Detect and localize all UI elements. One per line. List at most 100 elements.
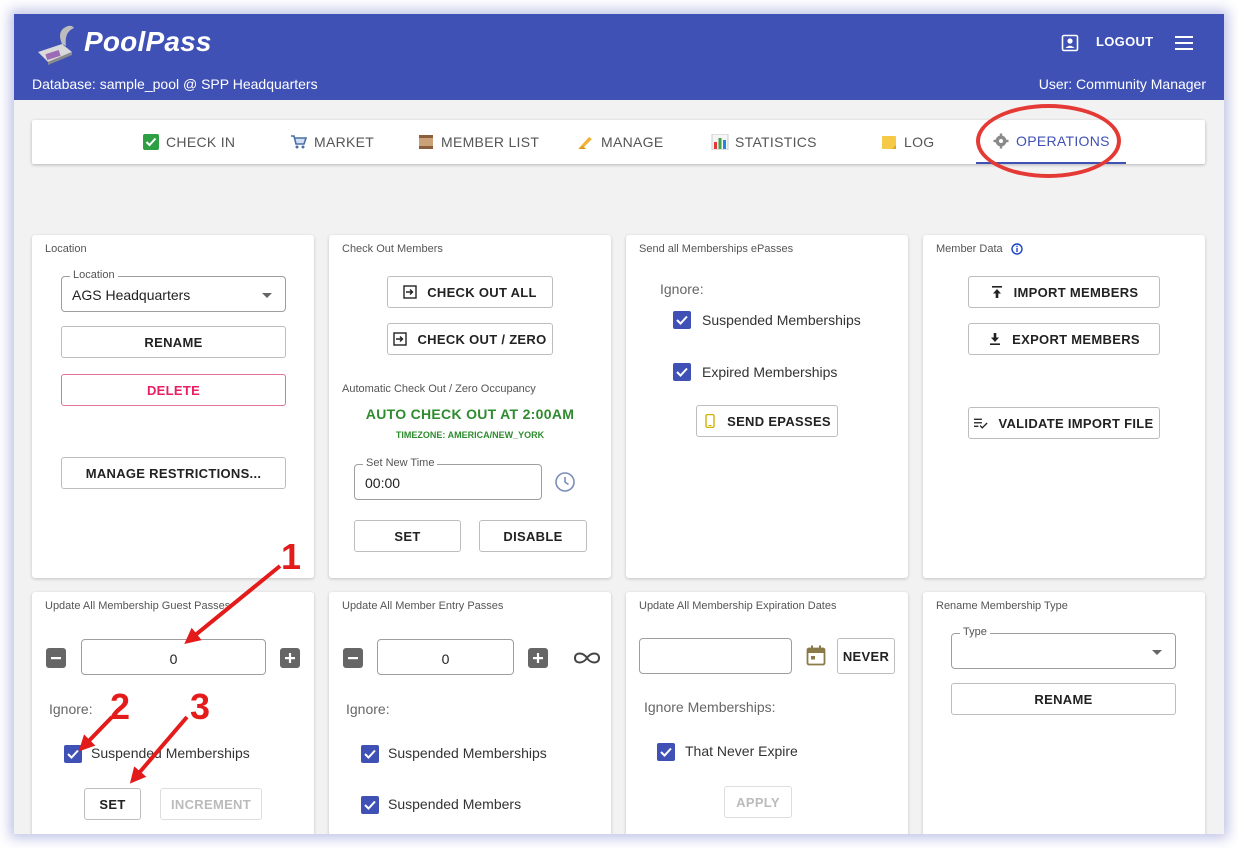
card-title: Member Data (936, 243, 1003, 255)
check-icon (364, 800, 376, 810)
tab-label: CHECK IN (166, 134, 236, 150)
minus-icon (51, 657, 61, 660)
rename-type-button[interactable]: RENAME (951, 683, 1176, 715)
annotation-number-3: 3 (190, 686, 211, 727)
check-out-zero-button[interactable]: CHECK OUT / ZERO (387, 323, 553, 355)
set-new-time-field[interactable]: Set New Time 00:00 (354, 457, 542, 500)
validate-import-file-button[interactable]: VALIDATE IMPORT FILE (968, 407, 1160, 439)
operations-highlight-annotation (976, 104, 1121, 178)
info-icon[interactable] (1011, 243, 1023, 255)
exit-icon (393, 332, 408, 346)
rename-membership-type-card: Rename Membership Type Type RENAME (923, 592, 1205, 834)
auto-checkout-status: AUTO CHECK OUT AT 2:00AM (365, 406, 575, 422)
suspended-members-checkbox[interactable] (361, 796, 379, 814)
poolpass-logo-icon (38, 25, 74, 65)
timezone-label: TIMEZONE: AMERICA/NEW_YORK (395, 430, 545, 440)
ignore-memberships-label: Ignore Memberships: (644, 699, 776, 715)
checkbox-label: Suspended Memberships (702, 312, 861, 328)
auto-checkout-title: Automatic Check Out / Zero Occupancy (342, 383, 536, 395)
increment-button[interactable]: INCREMENT (160, 788, 262, 820)
check-icon (660, 747, 672, 757)
button-label: CHECK OUT / ZERO (417, 331, 547, 347)
never-expire-button[interactable]: NEVER (837, 638, 895, 674)
infinity-icon[interactable] (572, 648, 602, 668)
scroll-icon (419, 135, 433, 149)
membership-type-select[interactable]: Type (951, 626, 1176, 669)
delete-location-button[interactable]: DELETE (61, 374, 286, 406)
suspended-memberships-checkbox[interactable] (361, 745, 379, 763)
check-icon (676, 315, 688, 325)
list-check-icon (974, 418, 989, 429)
field-label: Set New Time (363, 457, 438, 469)
tab-label: LOG (904, 134, 935, 150)
annotation-number-1: 1 (281, 536, 302, 577)
card-title: Send all Memberships ePasses (639, 243, 794, 255)
tab-statistics[interactable]: STATISTICS (711, 120, 817, 164)
send-epasses-button[interactable]: SEND EPASSES (696, 405, 838, 437)
exit-icon (403, 285, 417, 299)
guest-passes-input[interactable]: 0 (81, 639, 266, 675)
tab-label: MANAGE (601, 134, 664, 150)
expired-memberships-checkbox[interactable] (673, 363, 691, 381)
tab-label: MARKET (314, 134, 375, 150)
checkbox-label: That Never Expire (685, 743, 798, 759)
dropdown-caret-icon (262, 293, 272, 298)
check-icon (676, 367, 688, 377)
disable-auto-checkout-button[interactable]: DISABLE (479, 520, 587, 552)
tab-label: MEMBER LIST (441, 134, 540, 150)
pencil-hand-icon (578, 137, 592, 149)
field-label: Location (70, 269, 118, 281)
suspended-memberships-checkbox[interactable] (64, 745, 82, 763)
tab-manage[interactable]: MANAGE (577, 120, 663, 164)
import-members-button[interactable]: IMPORT MEMBERS (968, 276, 1160, 308)
bar-chart-icon (711, 134, 729, 150)
checkout-card: Check Out Members CHECK OUT ALL CHECK OU… (329, 235, 611, 578)
note-icon (882, 136, 896, 149)
expiration-dates-card: Update All Membership Expiration Dates N… (626, 592, 908, 834)
never-expire-checkbox[interactable] (657, 743, 675, 761)
entry-passes-input[interactable]: 0 (377, 639, 514, 675)
decrement-entry-passes-button[interactable] (343, 648, 363, 668)
tab-log[interactable]: LOG (880, 120, 934, 164)
button-label: EXPORT MEMBERS (1012, 331, 1140, 347)
increment-entry-passes-button[interactable] (528, 648, 548, 668)
plus-icon (533, 653, 543, 663)
manage-restrictions-button[interactable]: MANAGE RESTRICTIONS... (61, 457, 286, 489)
check-icon (67, 749, 79, 759)
tab-market[interactable]: MARKET (290, 120, 374, 164)
account-box-icon[interactable] (1061, 34, 1079, 52)
upload-icon (991, 286, 1002, 298)
suspended-memberships-checkbox[interactable] (673, 311, 691, 329)
expiration-date-input[interactable] (639, 638, 792, 674)
button-label: VALIDATE IMPORT FILE (998, 415, 1154, 431)
app-bar: PoolPass Database: sample_pool @ SPP Hea… (14, 14, 1224, 100)
rename-location-button[interactable]: RENAME (61, 326, 286, 358)
check-out-all-button[interactable]: CHECK OUT ALL (387, 276, 553, 308)
checkbox-label: Suspended Memberships (388, 745, 547, 761)
tab-member-list[interactable]: MEMBER LIST (417, 120, 539, 164)
apply-expiration-button[interactable]: APPLY (724, 786, 792, 818)
set-time-button[interactable]: SET (354, 520, 461, 552)
checkbox-label: Suspended Memberships (91, 745, 250, 761)
card-title: Update All Member Entry Passes (342, 600, 504, 612)
clock-icon[interactable] (554, 471, 576, 493)
plus-icon (285, 653, 295, 663)
check-icon (364, 749, 376, 759)
entry-passes-value: 0 (441, 651, 450, 667)
tab-check-in[interactable]: CHECK IN (142, 120, 235, 164)
calendar-icon[interactable] (806, 645, 826, 667)
decrement-guest-passes-button[interactable] (46, 648, 66, 668)
export-members-button[interactable]: EXPORT MEMBERS (968, 323, 1160, 355)
ignore-label: Ignore: (49, 701, 93, 717)
cart-icon (291, 135, 308, 149)
card-title: Location (45, 243, 87, 255)
set-guest-passes-button[interactable]: SET (84, 788, 141, 820)
menu-icon[interactable] (1174, 34, 1194, 52)
increment-guest-passes-button[interactable] (280, 648, 300, 668)
tab-label: STATISTICS (735, 134, 817, 150)
dropdown-caret-icon (1152, 650, 1162, 655)
logout-button[interactable]: LOGOUT (1096, 34, 1153, 49)
location-select[interactable]: Location AGS Headquarters (61, 269, 286, 312)
button-label: IMPORT MEMBERS (1013, 284, 1139, 300)
check-box-icon (143, 134, 159, 150)
